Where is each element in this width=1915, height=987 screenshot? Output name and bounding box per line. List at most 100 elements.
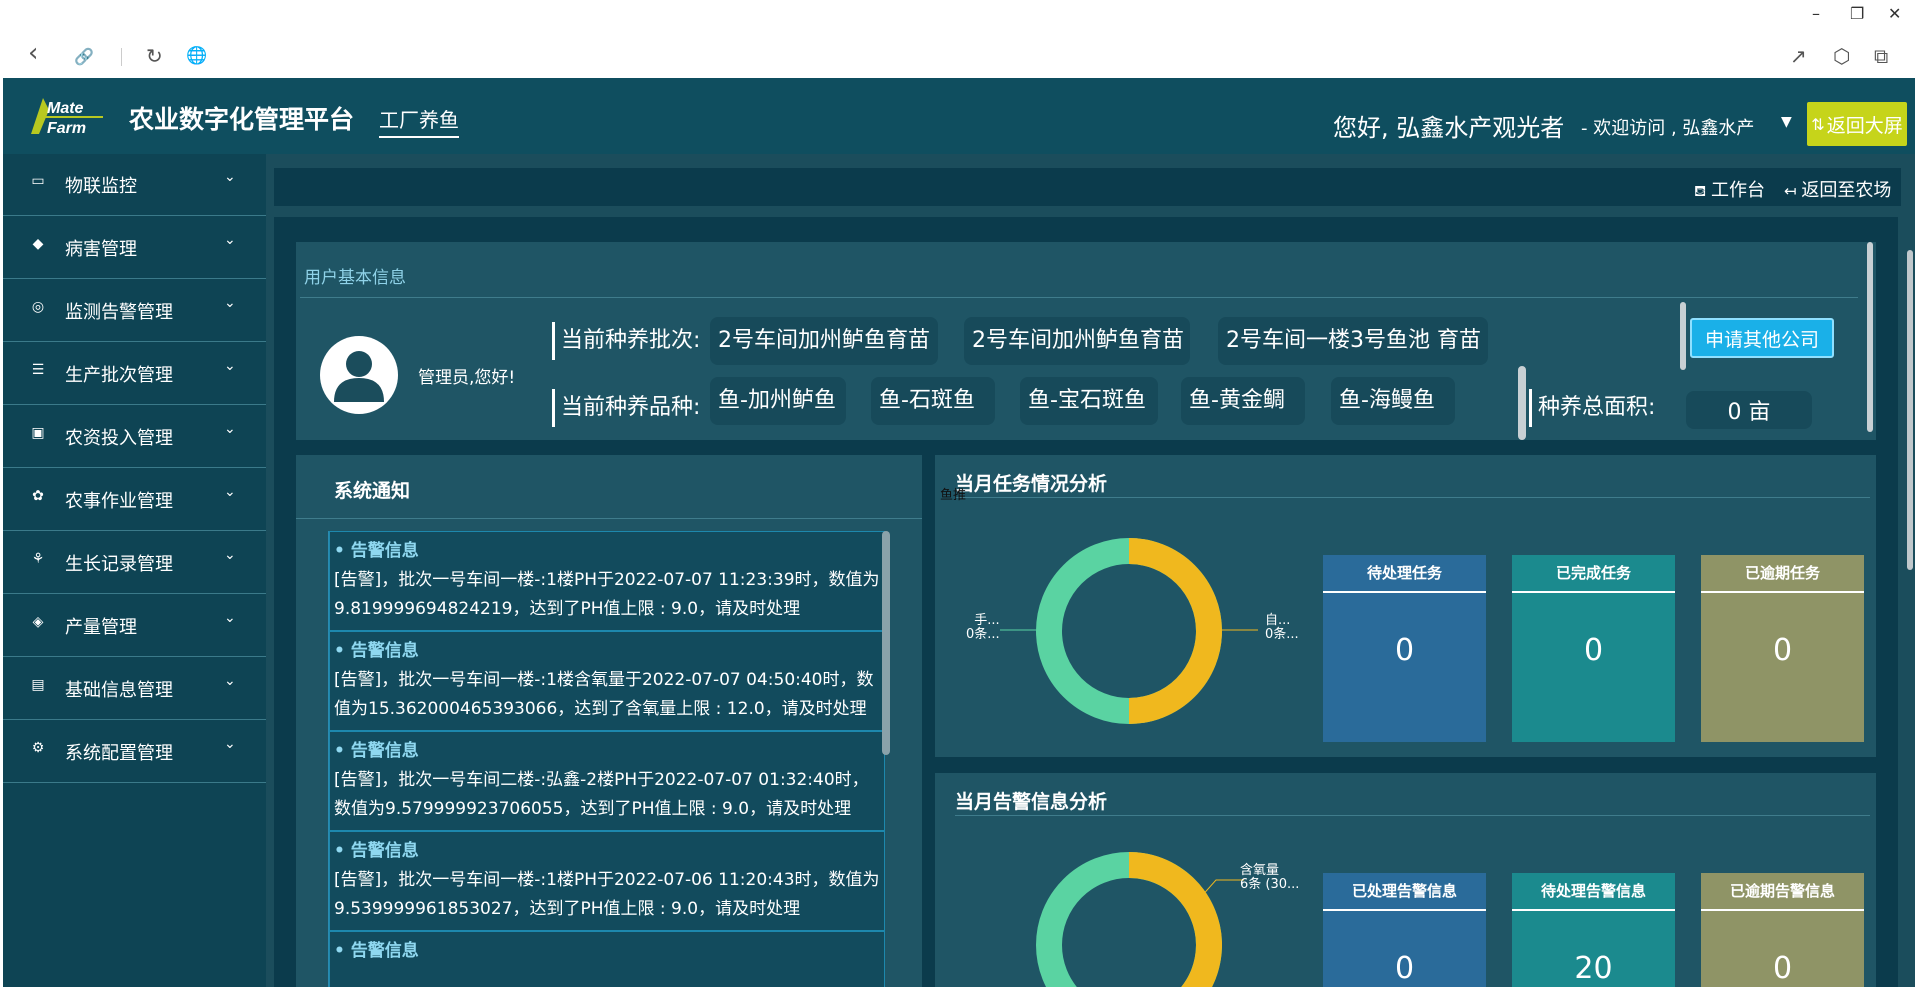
chevron-down-icon: ⌄ (224, 295, 236, 311)
sidebar-item-disease[interactable]: ◆ 病害管理 ⌄ (3, 217, 266, 279)
species-chip[interactable]: 鱼-石斑鱼 (871, 377, 995, 425)
sidebar-item-growth[interactable]: ⚘ 生长记录管理 ⌄ (3, 532, 266, 594)
sidebar-item-label: 产量管理 (65, 617, 137, 638)
leader-line (1200, 879, 1244, 899)
pending-alarm-card[interactable]: 待处理告警信息 20 (1512, 873, 1675, 987)
back-farm-link[interactable]: ↤ 返回至农场 (1784, 176, 1891, 202)
alarm-panel-title: 当月告警信息分析 (955, 791, 1108, 813)
notice-item-body: [告警]，批次一号车间一楼-:1楼PH于2022-07-07 11:23:39时… (334, 570, 880, 619)
batch-chip[interactable]: 2号车间一楼3号鱼池 育苗 (1218, 317, 1488, 365)
card-label: 已逾期任务 (1701, 555, 1864, 593)
sidebar-item-label: 农事作业管理 (65, 491, 173, 512)
share-icon[interactable]: ↗ (1790, 44, 1807, 68)
page-scrollbar[interactable] (1907, 250, 1913, 570)
donut-label-left: 手... 0条... (966, 613, 1000, 642)
sidebar-item-alarm[interactable]: ◎ 监测告警管理 ⌄ (3, 280, 266, 342)
species-chip[interactable]: 鱼-黄金鲷 (1181, 377, 1305, 425)
overdue-alarm-card[interactable]: 已逾期告警信息 0 (1701, 873, 1864, 987)
sidebar-item-label: 监测告警管理 (65, 302, 173, 323)
admin-greeting: 管理员,您好! (418, 368, 516, 388)
apply-other-company-button[interactable]: 申请其他公司 (1690, 318, 1834, 358)
list-icon: ☰ (31, 362, 45, 378)
chevron-down-icon: ⌄ (224, 232, 236, 248)
sidebar-item-batch[interactable]: ☰ 生产批次管理 ⌄ (3, 343, 266, 405)
sidebar-item-yield[interactable]: ◈ 产量管理 ⌄ (3, 595, 266, 657)
donut-segment-auto (1128, 538, 1222, 724)
card-value: 0 (1772, 951, 1793, 986)
scrollbar[interactable] (1680, 302, 1686, 370)
species-chip[interactable]: 鱼-海鳗鱼 (1331, 377, 1455, 425)
notice-item[interactable]: • 告警信息 (329, 931, 885, 987)
reload-icon[interactable]: ↻ (146, 44, 163, 68)
donut-label-right: 自... 0条... (1265, 613, 1299, 642)
card-value: 0 (1394, 951, 1415, 986)
globe-icon[interactable]: 🌐 (186, 46, 207, 66)
species-chip[interactable]: 鱼-加州鲈鱼 (710, 377, 846, 425)
sidebar-item-basic-info[interactable]: ▤ 基础信息管理 ⌄ (3, 658, 266, 720)
task-donut-chart (1036, 538, 1222, 724)
matefarm-logo: Mate Farm (29, 96, 105, 137)
alarm-icon: ◎ (31, 299, 45, 315)
workbench-link[interactable]: ⛾ 工作台 (1694, 176, 1765, 202)
notice-item[interactable]: • 告警信息 [告警]，批次一号车间一楼-:1楼PH于2022-07-07 11:… (329, 531, 885, 631)
area-label: 种养总面积: (1529, 389, 1655, 427)
sidebar-item-farm-work[interactable]: ✿ 农事作业管理 ⌄ (3, 469, 266, 531)
maximize-icon[interactable]: ❐ (1850, 4, 1864, 23)
completed-task-card[interactable]: 已完成任务 0 (1512, 555, 1675, 742)
workbench-label: 工作台 (1711, 180, 1766, 201)
notice-item-body: [告警]，批次一号车间二楼-:弘鑫-2楼PH于2022-07-07 01:32:… (334, 770, 869, 819)
info-icon: ▤ (31, 677, 45, 693)
divider (955, 815, 1870, 816)
overdue-task-card[interactable]: 已逾期任务 0 (1701, 555, 1864, 742)
notice-item[interactable]: • 告警信息 [告警]，批次一号车间一楼-:1楼含氧量于2022-07-07 04… (329, 631, 885, 731)
sidebar-item-input[interactable]: ▣ 农资投入管理 ⌄ (3, 406, 266, 468)
extension-icon[interactable]: ⧉ (1874, 44, 1888, 68)
back-arrow-icon: ↤ (1784, 182, 1802, 200)
sidebar-item-label: 基础信息管理 (65, 680, 173, 701)
return-icon: ⇅ (1811, 114, 1825, 134)
card-value: 0 (1583, 633, 1604, 668)
handled-alarm-card[interactable]: 已处理告警信息 0 (1323, 873, 1486, 987)
pending-task-card[interactable]: 待处理任务 0 (1323, 555, 1486, 742)
scrollbar[interactable] (1867, 242, 1873, 432)
return-screen-button[interactable]: ⇅ 返回大屏 (1807, 102, 1907, 146)
chevron-down-icon: ⌄ (224, 484, 236, 500)
sidebar-item-system-config[interactable]: ⚙ 系统配置管理 ⌄ (3, 721, 266, 783)
leader-line (1000, 629, 1040, 631)
notice-item[interactable]: • 告警信息 [告警]，批次一号车间一楼-:1楼PH于2022-07-06 11:… (329, 831, 885, 931)
tab-factory-fish[interactable]: 工厂养鱼 (379, 104, 459, 138)
welcome-text[interactable]: - 欢迎访问 , 弘鑫水产 (1581, 114, 1754, 140)
box-icon: ▣ (31, 425, 45, 441)
donut-label-oxygen: 含氧量 6条 (30... (1240, 863, 1300, 892)
sidebar-item-label: 物联监控 (65, 176, 137, 197)
species-chip[interactable]: 鱼-宝石斑鱼 (1020, 377, 1158, 425)
species-label: 当前种养品种: (552, 389, 700, 427)
batch-chip[interactable]: 2号车间加州鲈鱼育苗 (964, 317, 1190, 365)
notice-scrollbar[interactable] (882, 531, 890, 755)
cube-icon[interactable]: ⬡ (1833, 44, 1850, 68)
card-label: 待处理任务 (1323, 555, 1486, 593)
caret-down-icon[interactable]: ▼ (1781, 114, 1792, 130)
sidebar-item-label: 农资投入管理 (65, 428, 173, 449)
notice-item-title: • 告警信息 (334, 941, 419, 961)
chevron-down-icon: ⌄ (224, 736, 236, 752)
scrollbar[interactable] (1518, 366, 1526, 440)
close-icon[interactable]: ✕ (1888, 4, 1901, 23)
back-farm-label: 返回至农场 (1801, 180, 1892, 201)
batch-chip[interactable]: 2号车间加州鲈鱼育苗 (710, 317, 938, 365)
monitor-icon: ▭ (31, 173, 45, 189)
notice-list[interactable]: • 告警信息 [告警]，批次一号车间一楼-:1楼PH于2022-07-07 11:… (328, 531, 890, 987)
logo-text-farm: Farm (47, 120, 86, 136)
back-icon[interactable]: ‹ (28, 38, 38, 68)
notice-item[interactable]: • 告警信息 [告警]，批次一号车间二楼-:弘鑫-2楼PH于2022-07-07 … (329, 731, 885, 831)
chevron-down-icon: ⌄ (224, 610, 236, 626)
sidebar-item-iot[interactable]: ▭ 物联监控 ⌄ (3, 154, 266, 216)
chevron-down-icon: ⌄ (224, 358, 236, 374)
link-icon[interactable]: 🔗 (74, 47, 94, 66)
divider (300, 297, 1858, 298)
card-label: 已完成任务 (1512, 555, 1675, 593)
user-icon (334, 351, 384, 402)
minimize-icon[interactable]: – (1812, 4, 1820, 23)
card-label: 已逾期告警信息 (1701, 873, 1864, 911)
sidebar-item-label: 系统配置管理 (65, 743, 173, 764)
